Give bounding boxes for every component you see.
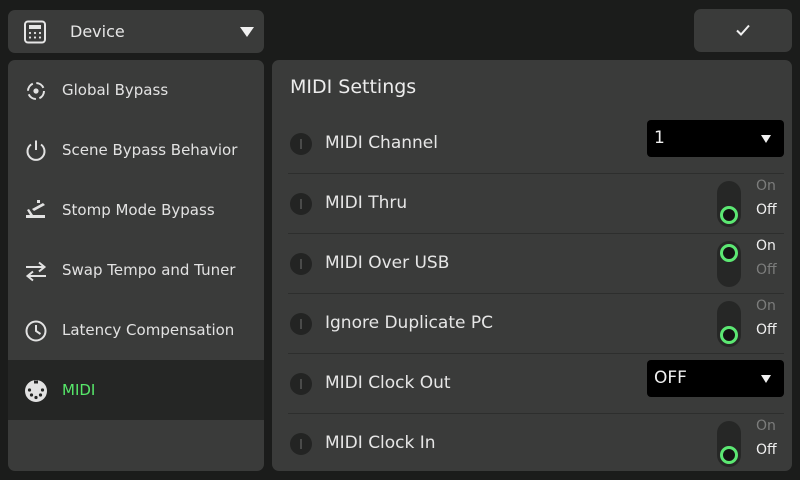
sidebar-item-label: Stomp Mode Bypass <box>62 201 215 219</box>
midi-channel-dropdown[interactable]: 1 <box>647 120 784 157</box>
device-select[interactable]: Device <box>8 10 264 53</box>
ignore-duplicate-pc-toggle[interactable] <box>717 301 741 347</box>
confirm-button[interactable] <box>694 9 792 52</box>
clock-icon <box>25 320 47 342</box>
midi-connector-icon <box>25 380 47 402</box>
sidebar-item-global-bypass[interactable]: Global Bypass <box>8 60 264 120</box>
sidebar-item-scene-bypass-behavior[interactable]: Scene Bypass Behavior <box>8 120 264 180</box>
settings-row-midi-thru: MIDI Thru On Off <box>288 174 784 234</box>
toggle-on-label: On <box>756 298 776 314</box>
info-icon[interactable] <box>290 313 312 335</box>
midi-over-usb-toggle[interactable] <box>717 241 741 287</box>
row-label: MIDI Channel <box>325 133 438 153</box>
sidebar-item-midi[interactable]: MIDI <box>8 360 264 420</box>
stomp-footswitch-icon <box>26 200 45 218</box>
device-label: Device <box>70 22 125 41</box>
sidebar-item-stomp-mode-bypass[interactable]: Stomp Mode Bypass <box>8 180 264 240</box>
device-unit-icon <box>24 20 46 44</box>
row-label: Ignore Duplicate PC <box>325 313 493 333</box>
row-label: MIDI Over USB <box>325 253 450 273</box>
row-label: MIDI Clock In <box>325 433 436 453</box>
dropdown-value: OFF <box>654 368 687 388</box>
sidebar-item-label: Latency Compensation <box>62 321 235 339</box>
sidebar-item-label: Scene Bypass Behavior <box>62 141 238 159</box>
info-icon[interactable] <box>290 253 312 275</box>
toggle-on-label: On <box>756 238 776 254</box>
checkmark-icon <box>736 24 750 36</box>
toggle-on-label: On <box>756 418 776 434</box>
info-icon[interactable] <box>290 433 312 455</box>
info-icon[interactable] <box>290 373 312 395</box>
info-icon[interactable] <box>290 193 312 215</box>
toggle-knob <box>720 446 738 464</box>
toggle-off-label: Off <box>756 262 777 278</box>
dropdown-value: 1 <box>654 128 665 148</box>
toggle-knob <box>720 206 738 224</box>
toggle-on-label: On <box>756 178 776 194</box>
settings-row-midi-clock-out: MIDI Clock Out OFF <box>288 354 784 414</box>
info-icon[interactable] <box>290 133 312 155</box>
sidebar-item-label: Global Bypass <box>62 81 169 99</box>
bypass-target-icon <box>27 82 45 100</box>
page-title: MIDI Settings <box>290 76 417 98</box>
sidebar-item-label: Swap Tempo and Tuner <box>62 261 236 279</box>
chevron-down-icon <box>240 27 254 37</box>
power-icon <box>26 140 46 161</box>
swap-arrows-icon <box>25 261 47 282</box>
midi-thru-toggle[interactable] <box>717 181 741 227</box>
settings-sidebar: Global Bypass Scene Bypass Behavior Stom… <box>8 60 264 471</box>
settings-row-ignore-duplicate-pc: Ignore Duplicate PC On Off <box>288 294 784 354</box>
toggle-off-label: Off <box>756 202 777 218</box>
settings-row-midi-over-usb: MIDI Over USB On Off <box>288 234 784 294</box>
sidebar-item-swap-tempo-and-tuner[interactable]: Swap Tempo and Tuner <box>8 240 264 300</box>
toggle-off-label: Off <box>756 442 777 458</box>
row-label: MIDI Thru <box>325 193 408 213</box>
sidebar-item-label: MIDI <box>62 381 96 399</box>
toggle-knob <box>720 244 738 262</box>
toggle-off-label: Off <box>756 322 777 338</box>
midi-settings-panel: MIDI Settings MIDI Channel 1 MIDI Thru O… <box>272 60 792 471</box>
chevron-down-icon <box>761 375 771 383</box>
row-label: MIDI Clock Out <box>325 373 451 393</box>
sidebar-item-latency-compensation[interactable]: Latency Compensation <box>8 300 264 360</box>
midi-clock-in-toggle[interactable] <box>717 421 741 467</box>
toggle-knob <box>720 326 738 344</box>
midi-clock-out-dropdown[interactable]: OFF <box>647 360 784 397</box>
settings-row-midi-channel: MIDI Channel 1 <box>288 114 784 174</box>
settings-row-midi-clock-in: MIDI Clock In On Off <box>288 414 784 471</box>
chevron-down-icon <box>761 135 771 143</box>
